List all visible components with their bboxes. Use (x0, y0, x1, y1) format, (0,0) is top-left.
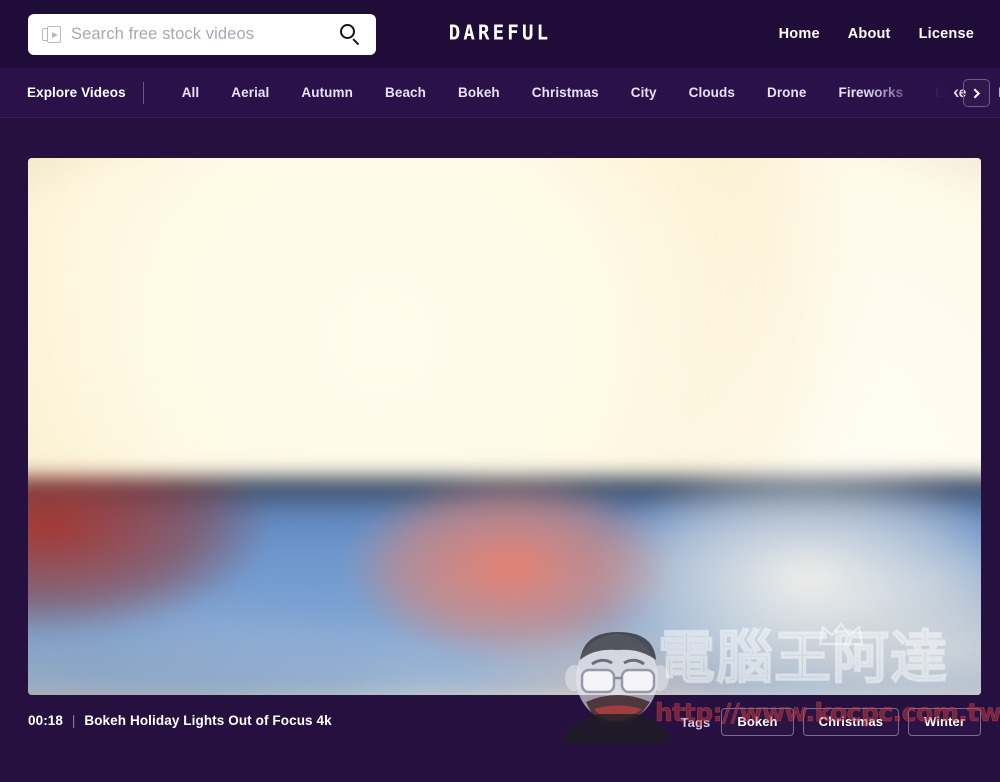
video-meta: 00:18 | Bokeh Holiday Lights Out of Focu… (28, 713, 332, 728)
category-item-clouds[interactable]: Clouds (673, 68, 751, 117)
category-divider (142, 81, 144, 104)
site-header: DAREFUL Home About License (0, 0, 1000, 68)
category-scroll-next-button[interactable] (963, 79, 990, 107)
category-item-aerial[interactable]: Aerial (215, 68, 285, 117)
search-bar[interactable] (28, 14, 376, 55)
tag-christmas[interactable]: Christmas (802, 708, 900, 736)
video-caption-row: 00:18 | Bokeh Holiday Lights Out of Focu… (0, 700, 1000, 744)
search-submit-button[interactable] (336, 21, 364, 49)
page-root: DAREFUL Home About License Explore Video… (0, 0, 1000, 782)
video-meta-separator: | (71, 713, 76, 728)
tag-winter[interactable]: Winter (908, 708, 981, 736)
category-item-all[interactable]: All (166, 68, 216, 117)
category-bar: Explore Videos All Aerial Autumn Beach B… (0, 68, 1000, 118)
nav-item-home[interactable]: Home (779, 26, 820, 42)
tag-bokeh[interactable]: Bokeh (721, 708, 794, 736)
video-thumbnail-lower-blur (28, 476, 981, 695)
category-item-christmas[interactable]: Christmas (516, 68, 615, 117)
video-stack-icon (42, 26, 61, 43)
category-list: All Aerial Autumn Beach Bokeh Christmas … (166, 68, 1000, 117)
site-logo-text: DAREFUL (448, 21, 552, 45)
category-item-autumn[interactable]: Autumn (285, 68, 369, 117)
video-player[interactable] (28, 158, 981, 695)
chevron-right-icon (970, 88, 981, 98)
category-item-bokeh[interactable]: Bokeh (442, 68, 516, 117)
video-tags: Tags Bokeh Christmas Winter (681, 708, 981, 736)
category-item-fireworks[interactable]: Fireworks (823, 68, 920, 117)
search-icon (340, 23, 355, 39)
category-item-city[interactable]: City (615, 68, 673, 117)
nav-item-about[interactable]: About (848, 26, 891, 42)
tags-label: Tags (680, 714, 711, 730)
primary-nav: Home About License (779, 0, 974, 68)
explore-videos-label: Explore Videos (27, 85, 126, 100)
video-duration: 00:18 (28, 713, 64, 728)
search-input[interactable] (71, 25, 336, 44)
video-title: Bokeh Holiday Lights Out of Focus 4k (84, 713, 332, 728)
category-item-beach[interactable]: Beach (369, 68, 442, 117)
nav-item-license[interactable]: License (919, 26, 974, 42)
category-item-drone[interactable]: Drone (751, 68, 823, 117)
